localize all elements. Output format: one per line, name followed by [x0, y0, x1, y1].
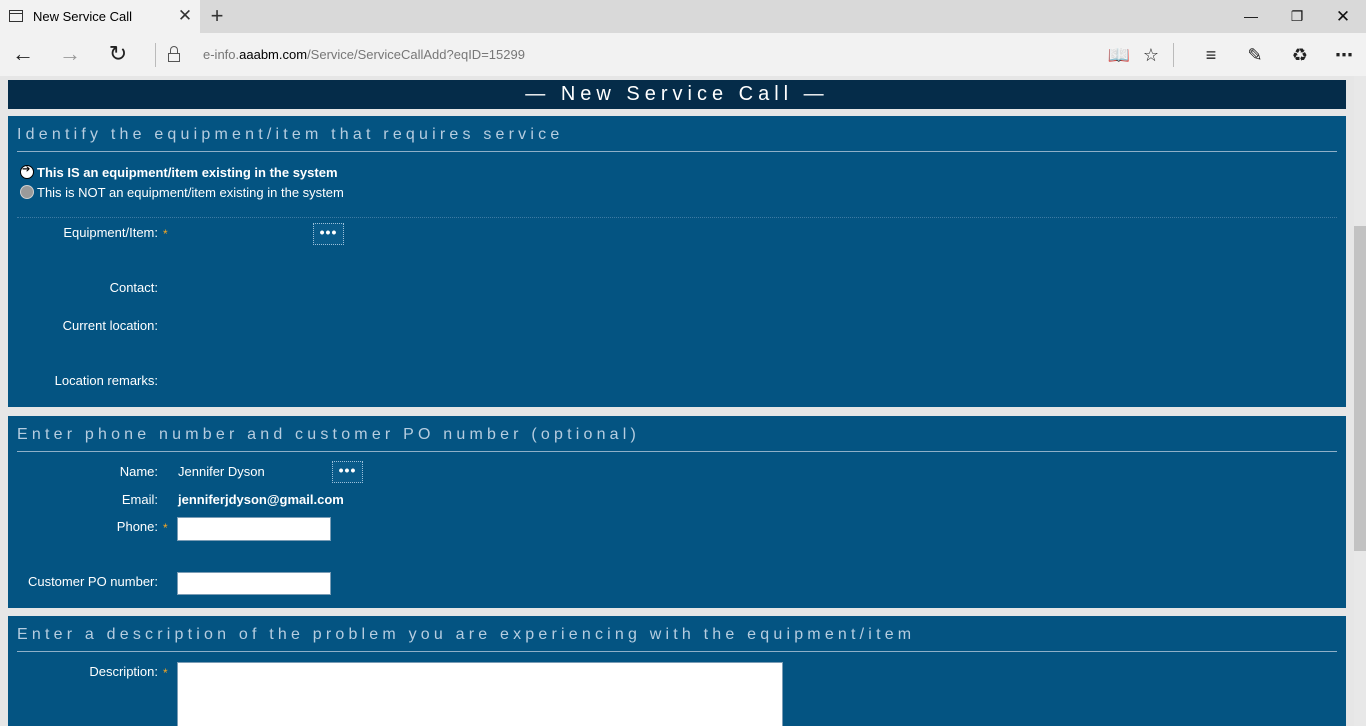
radio-existing-label[interactable]: This IS an equipment/item existing in th… [37, 165, 338, 180]
toolbar-divider [1173, 43, 1174, 67]
page-title: — New Service Call — [8, 80, 1346, 109]
forward-icon[interactable]: → [55, 39, 85, 69]
tab-page-icon [9, 10, 23, 22]
close-window-icon[interactable]: ✕ [1320, 0, 1366, 33]
lock-icon [167, 46, 181, 62]
scrollbar-thumb[interactable] [1354, 226, 1366, 551]
restore-icon[interactable]: ❐ [1274, 0, 1320, 33]
equipment-section: Identify the equipment/item that require… [8, 116, 1346, 407]
required-marker: * [163, 521, 168, 535]
web-note-icon[interactable]: ✎ [1240, 40, 1270, 70]
phone-input[interactable] [177, 517, 331, 541]
email-label: Email: [121, 492, 158, 507]
dotted-divider [17, 217, 1337, 218]
section-divider [17, 451, 1337, 452]
radio-not-existing-label[interactable]: This is NOT an equipment/item existing i… [37, 185, 344, 200]
star-icon[interactable]: ☆ [1136, 40, 1166, 70]
section-divider [17, 651, 1337, 652]
back-icon[interactable]: ← [8, 39, 38, 69]
current-location-label: Current location: [62, 318, 158, 333]
equipment-lookup-button[interactable]: ••• [313, 223, 344, 245]
toolbar-divider [155, 43, 156, 67]
browser-tab[interactable]: New Service Call ✕ [0, 0, 200, 33]
reading-view-icon[interactable]: 📖 [1104, 40, 1134, 70]
new-tab-plus-icon[interactable]: + [206, 4, 228, 28]
page-content: — New Service Call — Identify the equipm… [0, 76, 1354, 726]
section-divider [17, 151, 1337, 152]
name-value: Jennifer Dyson [178, 464, 265, 479]
email-value: jenniferjdyson@gmail.com [178, 492, 344, 507]
radio-existing-equipment[interactable] [20, 164, 34, 179]
customer-po-input[interactable] [177, 572, 331, 595]
description-textarea[interactable] [177, 662, 783, 726]
radio-not-existing-equipment[interactable] [20, 185, 34, 199]
more-icon[interactable]: ⋯ [1329, 40, 1359, 70]
refresh-icon[interactable]: ↻ [103, 39, 133, 69]
contact-label: Contact: [109, 280, 158, 295]
hub-icon[interactable]: ≡ [1196, 40, 1226, 70]
minimize-icon[interactable]: — [1228, 0, 1274, 33]
tab-close-icon[interactable]: ✕ [176, 6, 194, 26]
location-remarks-label: Location remarks: [54, 373, 158, 388]
equipment-section-title: Identify the equipment/item that require… [17, 126, 564, 143]
url-field[interactable]: e-info.aaabm.com/Service/ServiceCallAdd?… [203, 47, 525, 62]
phone-po-section: Enter phone number and customer PO numbe… [8, 416, 1346, 608]
required-marker: * [163, 666, 168, 680]
customer-po-label: Customer PO number: [27, 574, 158, 589]
required-marker: * [163, 227, 168, 241]
equipment-label: Equipment/Item: [63, 225, 158, 240]
browser-address-bar: ← → ↻ e-info.aaabm.com/Service/ServiceCa… [0, 33, 1366, 76]
phone-label: Phone: [116, 519, 158, 534]
description-section-title: Enter a description of the problem you a… [17, 626, 916, 643]
contact-lookup-button[interactable]: ••• [332, 461, 363, 483]
description-label: Description: [89, 664, 158, 679]
share-icon[interactable]: ♻ [1285, 40, 1315, 70]
browser-title-bar: New Service Call ✕ + — ❐ ✕ [0, 0, 1366, 33]
tab-title: New Service Call [33, 9, 132, 24]
name-label: Name: [119, 464, 158, 479]
description-section: Enter a description of the problem you a… [8, 616, 1346, 726]
phone-po-section-title: Enter phone number and customer PO numbe… [17, 426, 641, 443]
